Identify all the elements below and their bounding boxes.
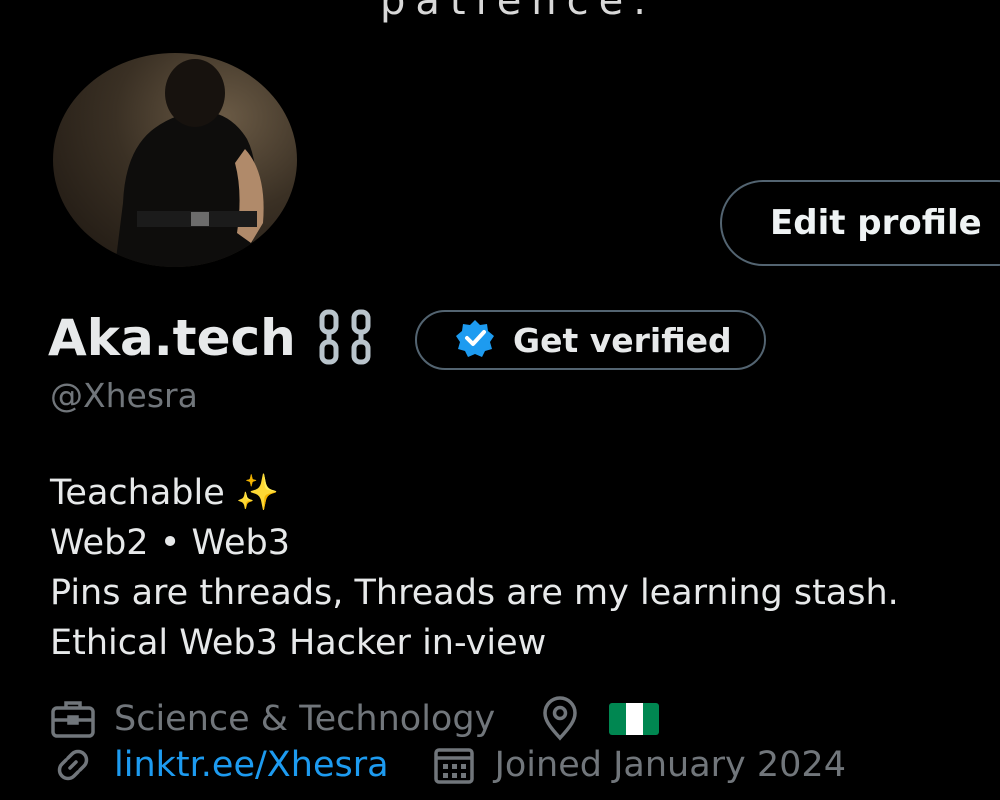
- banner-text: patience.: [380, 0, 656, 24]
- user-handle: @Xhesra: [50, 376, 198, 415]
- edit-profile-label: Edit profile: [770, 203, 982, 243]
- avatar-image: [115, 59, 264, 267]
- nigeria-flag-icon: [609, 703, 660, 735]
- category-text: Science & Technology: [114, 699, 496, 739]
- meta-row-category: Science & Technology: [50, 696, 660, 742]
- bio-line: Ethical Web3 Hacker in-view: [50, 623, 547, 663]
- bio-line: Pins are threads, Threads are my learnin…: [50, 573, 899, 613]
- joined-date: Joined January 2024: [494, 745, 846, 785]
- chain-icon: [318, 308, 378, 368]
- edit-profile-button[interactable]: Edit profile: [720, 180, 1000, 266]
- get-verified-button[interactable]: Get verified: [415, 310, 766, 370]
- profile-link[interactable]: linktr.ee/Xhesra: [114, 745, 389, 785]
- briefcase-icon: [50, 696, 96, 742]
- profile-page: patience. Edit profile Aka.tech Get veri…: [0, 0, 1000, 800]
- display-name: Aka.tech: [48, 309, 296, 367]
- get-verified-label: Get verified: [513, 320, 732, 360]
- name-row: Aka.tech: [48, 308, 378, 368]
- bio-line: Web2 • Web3: [50, 523, 291, 563]
- location-icon: [537, 696, 583, 742]
- bio-line: Teachable ✨: [50, 473, 280, 513]
- link-icon: [50, 742, 96, 788]
- verified-badge-icon: [455, 318, 495, 362]
- calendar-icon: [431, 742, 477, 788]
- meta-row-link: linktr.ee/Xhesra Joined January 2024: [50, 742, 846, 788]
- bio: Teachable ✨ Web2 • Web3 Pins are threads…: [50, 468, 899, 668]
- avatar[interactable]: [50, 50, 300, 270]
